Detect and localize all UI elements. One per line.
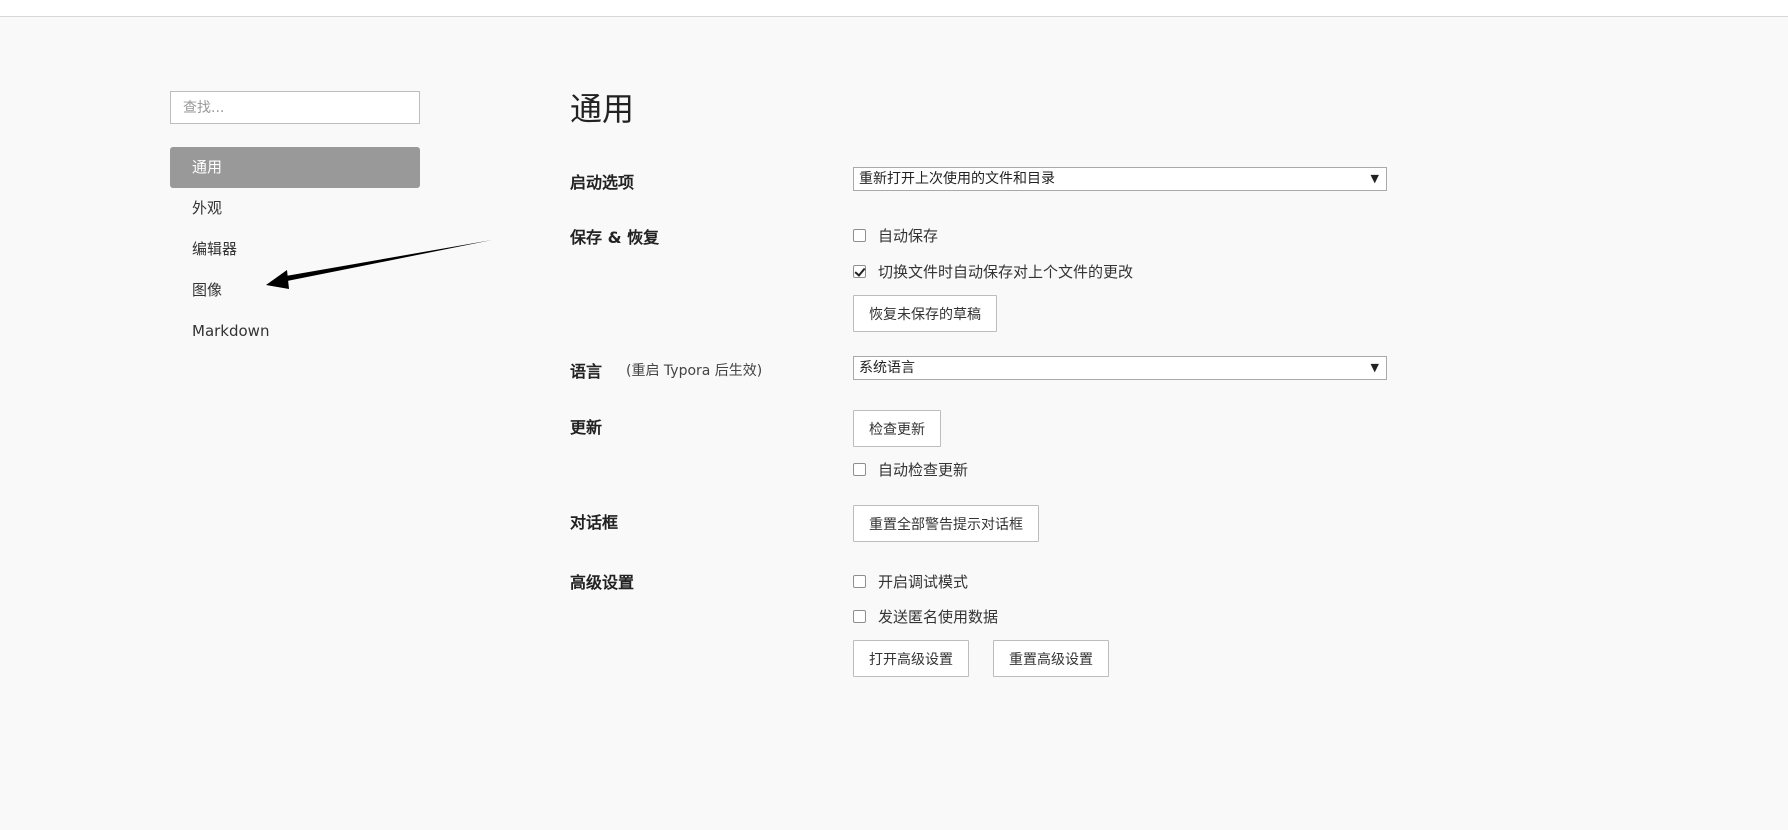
save-on-switch-option[interactable]: 切换文件时自动保存对上个文件的更改 <box>853 261 1133 281</box>
search-input[interactable] <box>170 91 420 124</box>
check-update-button[interactable]: 检查更新 <box>853 410 941 447</box>
section-label-dialog: 对话框 <box>570 513 619 532</box>
sidebar-item-markdown[interactable]: Markdown <box>170 311 420 352</box>
auto-check-update-label: 自动检查更新 <box>878 460 969 479</box>
chevron-down-icon: ▼ <box>1370 172 1379 185</box>
auto-check-update-option[interactable]: 自动检查更新 <box>853 459 968 479</box>
send-usage-checkbox[interactable] <box>853 609 866 623</box>
section-label-update: 更新 <box>570 418 603 437</box>
sidebar-item-editor[interactable]: 编辑器 <box>170 229 420 270</box>
section-label-save-restore: 保存 & 恢复 <box>570 228 660 247</box>
startup-select-value: 重新打开上次使用的文件和目录 <box>859 171 1055 187</box>
language-restart-note: (重启 Typora 后生效) <box>626 363 763 379</box>
debug-mode-label: 开启调试模式 <box>878 572 969 591</box>
section-label-startup: 启动选项 <box>570 173 635 192</box>
sidebar-item-image[interactable]: 图像 <box>170 270 420 311</box>
startup-select[interactable]: 重新打开上次使用的文件和目录 ▼ <box>853 167 1387 191</box>
sidebar-item-general[interactable]: 通用 <box>170 147 420 188</box>
save-on-switch-label: 切换文件时自动保存对上个文件的更改 <box>878 262 1134 281</box>
auto-check-update-checkbox[interactable] <box>853 462 866 476</box>
reset-advanced-settings-button[interactable]: 重置高级设置 <box>993 640 1109 677</box>
reset-dialogs-button[interactable]: 重置全部警告提示对话框 <box>853 505 1039 542</box>
auto-save-label: 自动保存 <box>878 226 939 245</box>
save-on-switch-checkbox[interactable] <box>853 264 866 278</box>
language-select-value: 系统语言 <box>859 360 915 376</box>
section-label-advanced: 高级设置 <box>570 573 635 592</box>
chevron-down-icon: ▼ <box>1370 361 1379 374</box>
sidebar-item-appearance[interactable]: 外观 <box>170 188 420 229</box>
send-usage-option[interactable]: 发送匿名使用数据 <box>853 606 998 626</box>
send-usage-label: 发送匿名使用数据 <box>878 607 999 626</box>
sidebar-nav: 通用 外观 编辑器 图像 Markdown <box>170 147 420 352</box>
open-advanced-settings-button[interactable]: 打开高级设置 <box>853 640 969 677</box>
language-select[interactable]: 系统语言 ▼ <box>853 356 1387 380</box>
auto-save-checkbox[interactable] <box>853 228 866 242</box>
auto-save-option[interactable]: 自动保存 <box>853 225 938 245</box>
page-title: 通用 <box>570 90 635 128</box>
section-label-language: 语言 <box>570 362 603 381</box>
debug-mode-checkbox[interactable] <box>853 574 866 588</box>
debug-mode-option[interactable]: 开启调试模式 <box>853 571 968 591</box>
restore-drafts-button[interactable]: 恢复未保存的草稿 <box>853 295 997 332</box>
window-top-bar <box>0 0 1788 17</box>
